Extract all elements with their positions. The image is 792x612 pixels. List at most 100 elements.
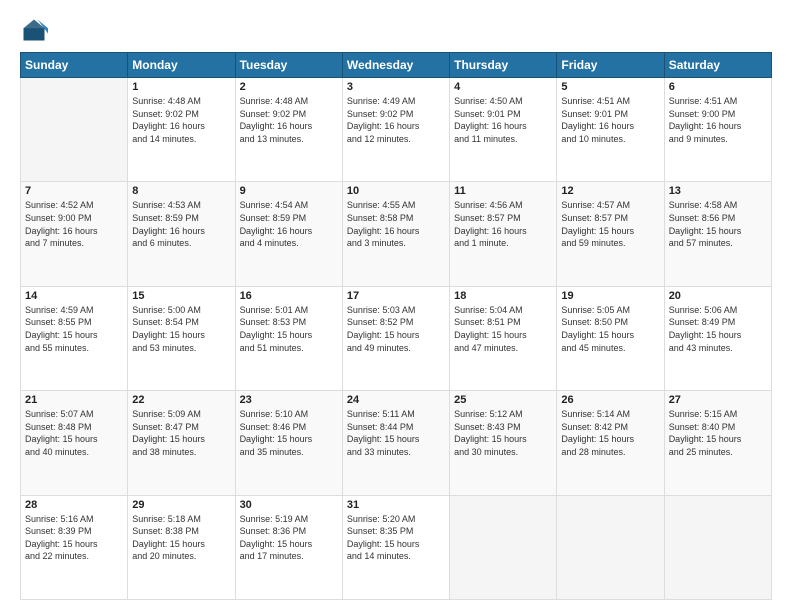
calendar-cell: 17 Sunrise: 5:03 AM Sunset: 8:52 PM Dayli…: [342, 286, 449, 390]
day-number: 30: [240, 499, 338, 511]
calendar-body: 1 Sunrise: 4:48 AM Sunset: 9:02 PM Daylig…: [21, 78, 772, 600]
day-info: Sunrise: 4:58 AM Sunset: 8:56 PM Dayligh…: [669, 199, 767, 249]
calendar-cell: 2 Sunrise: 4:48 AM Sunset: 9:02 PM Daylig…: [235, 78, 342, 182]
day-info: Sunrise: 5:20 AM Sunset: 8:35 PM Dayligh…: [347, 513, 445, 563]
calendar-cell: 12 Sunrise: 4:57 AM Sunset: 8:57 PM Dayli…: [557, 182, 664, 286]
calendar-cell: 23Sunrise: 5:10 AM Sunset: 8:46 PM Dayli…: [235, 391, 342, 495]
calendar-cell: 29 Sunrise: 5:18 AM Sunset: 8:38 PM Dayli…: [128, 495, 235, 599]
calendar-cell: [557, 495, 664, 599]
day-number: 18: [454, 290, 552, 302]
calendar-cell: 31 Sunrise: 5:20 AM Sunset: 8:35 PM Dayli…: [342, 495, 449, 599]
calendar-cell: 10 Sunrise: 4:55 AM Sunset: 8:58 PM Dayli…: [342, 182, 449, 286]
day-info: Sunrise: 4:54 AM Sunset: 8:59 PM Dayligh…: [240, 199, 338, 249]
week-row-1: 7 Sunrise: 4:52 AM Sunset: 9:00 PM Daylig…: [21, 182, 772, 286]
day-number: 7: [25, 185, 123, 197]
day-number: 27: [669, 394, 767, 406]
calendar-header-tuesday: Tuesday: [235, 53, 342, 78]
calendar-cell: 20Sunrise: 5:06 AM Sunset: 8:49 PM Dayli…: [664, 286, 771, 390]
day-info: Sunrise: 5:09 AM Sunset: 8:47 PM Dayligh…: [132, 408, 230, 458]
header: [20, 16, 772, 44]
day-number: 15: [132, 290, 230, 302]
day-number: 13: [669, 185, 767, 197]
day-info: Sunrise: 4:53 AM Sunset: 8:59 PM Dayligh…: [132, 199, 230, 249]
calendar-header-thursday: Thursday: [450, 53, 557, 78]
day-number: 16: [240, 290, 338, 302]
day-number: 10: [347, 185, 445, 197]
calendar-header-monday: Monday: [128, 53, 235, 78]
calendar-cell: 5Sunrise: 4:51 AM Sunset: 9:01 PM Daylig…: [557, 78, 664, 182]
calendar-cell: 14Sunrise: 4:59 AM Sunset: 8:55 PM Dayli…: [21, 286, 128, 390]
day-number: 22: [132, 394, 230, 406]
day-number: 6: [669, 81, 767, 93]
day-number: 23: [240, 394, 338, 406]
calendar-cell: 28Sunrise: 5:16 AM Sunset: 8:39 PM Dayli…: [21, 495, 128, 599]
day-info: Sunrise: 4:49 AM Sunset: 9:02 PM Dayligh…: [347, 95, 445, 145]
day-number: 1: [132, 81, 230, 93]
calendar-header-friday: Friday: [557, 53, 664, 78]
day-number: 8: [132, 185, 230, 197]
day-info: Sunrise: 5:03 AM Sunset: 8:52 PM Dayligh…: [347, 304, 445, 354]
day-number: 31: [347, 499, 445, 511]
day-number: 17: [347, 290, 445, 302]
day-info: Sunrise: 4:48 AM Sunset: 9:02 PM Dayligh…: [240, 95, 338, 145]
calendar-cell: 27 Sunrise: 5:15 AM Sunset: 8:40 PM Dayli…: [664, 391, 771, 495]
calendar-header-wednesday: Wednesday: [342, 53, 449, 78]
calendar-cell: 13 Sunrise: 4:58 AM Sunset: 8:56 PM Dayli…: [664, 182, 771, 286]
calendar-cell: 25 Sunrise: 5:12 AM Sunset: 8:43 PM Dayli…: [450, 391, 557, 495]
day-info: Sunrise: 5:12 AM Sunset: 8:43 PM Dayligh…: [454, 408, 552, 458]
calendar-cell: 8 Sunrise: 4:53 AM Sunset: 8:59 PM Daylig…: [128, 182, 235, 286]
day-number: 28: [25, 499, 123, 511]
day-info: Sunrise: 4:50 AM Sunset: 9:01 PM Dayligh…: [454, 95, 552, 145]
day-info: Sunrise: 4:48 AM Sunset: 9:02 PM Dayligh…: [132, 95, 230, 145]
day-number: 29: [132, 499, 230, 511]
day-number: 11: [454, 185, 552, 197]
day-info: Sunrise: 5:15 AM Sunset: 8:40 PM Dayligh…: [669, 408, 767, 458]
week-row-0: 1 Sunrise: 4:48 AM Sunset: 9:02 PM Daylig…: [21, 78, 772, 182]
day-number: 9: [240, 185, 338, 197]
day-number: 25: [454, 394, 552, 406]
day-number: 19: [561, 290, 659, 302]
calendar-header-saturday: Saturday: [664, 53, 771, 78]
week-row-2: 14Sunrise: 4:59 AM Sunset: 8:55 PM Dayli…: [21, 286, 772, 390]
calendar-cell: [664, 495, 771, 599]
day-number: 20: [669, 290, 767, 302]
day-number: 2: [240, 81, 338, 93]
calendar-cell: 26Sunrise: 5:14 AM Sunset: 8:42 PM Dayli…: [557, 391, 664, 495]
day-info: Sunrise: 5:04 AM Sunset: 8:51 PM Dayligh…: [454, 304, 552, 354]
calendar-cell: 1 Sunrise: 4:48 AM Sunset: 9:02 PM Daylig…: [128, 78, 235, 182]
day-info: Sunrise: 4:57 AM Sunset: 8:57 PM Dayligh…: [561, 199, 659, 249]
day-info: Sunrise: 4:51 AM Sunset: 9:00 PM Dayligh…: [669, 95, 767, 145]
calendar-cell: 24Sunrise: 5:11 AM Sunset: 8:44 PM Dayli…: [342, 391, 449, 495]
day-info: Sunrise: 4:51 AM Sunset: 9:01 PM Dayligh…: [561, 95, 659, 145]
calendar-cell: 16 Sunrise: 5:01 AM Sunset: 8:53 PM Dayli…: [235, 286, 342, 390]
logo-icon: [20, 16, 48, 44]
calendar-cell: 11 Sunrise: 4:56 AM Sunset: 8:57 PM Dayli…: [450, 182, 557, 286]
day-info: Sunrise: 5:07 AM Sunset: 8:48 PM Dayligh…: [25, 408, 123, 458]
calendar-cell: [450, 495, 557, 599]
day-info: Sunrise: 5:01 AM Sunset: 8:53 PM Dayligh…: [240, 304, 338, 354]
day-info: Sunrise: 4:59 AM Sunset: 8:55 PM Dayligh…: [25, 304, 123, 354]
calendar-cell: 30Sunrise: 5:19 AM Sunset: 8:36 PM Dayli…: [235, 495, 342, 599]
week-row-3: 21Sunrise: 5:07 AM Sunset: 8:48 PM Dayli…: [21, 391, 772, 495]
calendar-cell: 15Sunrise: 5:00 AM Sunset: 8:54 PM Dayli…: [128, 286, 235, 390]
week-row-4: 28Sunrise: 5:16 AM Sunset: 8:39 PM Dayli…: [21, 495, 772, 599]
calendar-cell: 7 Sunrise: 4:52 AM Sunset: 9:00 PM Daylig…: [21, 182, 128, 286]
day-info: Sunrise: 4:52 AM Sunset: 9:00 PM Dayligh…: [25, 199, 123, 249]
calendar-cell: 3 Sunrise: 4:49 AM Sunset: 9:02 PM Daylig…: [342, 78, 449, 182]
calendar-cell: 21Sunrise: 5:07 AM Sunset: 8:48 PM Dayli…: [21, 391, 128, 495]
logo: [20, 16, 52, 44]
day-number: 24: [347, 394, 445, 406]
day-number: 12: [561, 185, 659, 197]
day-info: Sunrise: 5:05 AM Sunset: 8:50 PM Dayligh…: [561, 304, 659, 354]
day-info: Sunrise: 5:18 AM Sunset: 8:38 PM Dayligh…: [132, 513, 230, 563]
calendar-header-sunday: Sunday: [21, 53, 128, 78]
day-info: Sunrise: 4:56 AM Sunset: 8:57 PM Dayligh…: [454, 199, 552, 249]
day-number: 3: [347, 81, 445, 93]
calendar-cell: 4Sunrise: 4:50 AM Sunset: 9:01 PM Daylig…: [450, 78, 557, 182]
calendar-cell: 19 Sunrise: 5:05 AM Sunset: 8:50 PM Dayli…: [557, 286, 664, 390]
calendar-cell: 18 Sunrise: 5:04 AM Sunset: 8:51 PM Dayli…: [450, 286, 557, 390]
page: SundayMondayTuesdayWednesdayThursdayFrid…: [0, 0, 792, 612]
day-info: Sunrise: 4:55 AM Sunset: 8:58 PM Dayligh…: [347, 199, 445, 249]
calendar-cell: 6 Sunrise: 4:51 AM Sunset: 9:00 PM Daylig…: [664, 78, 771, 182]
calendar-table: SundayMondayTuesdayWednesdayThursdayFrid…: [20, 52, 772, 600]
